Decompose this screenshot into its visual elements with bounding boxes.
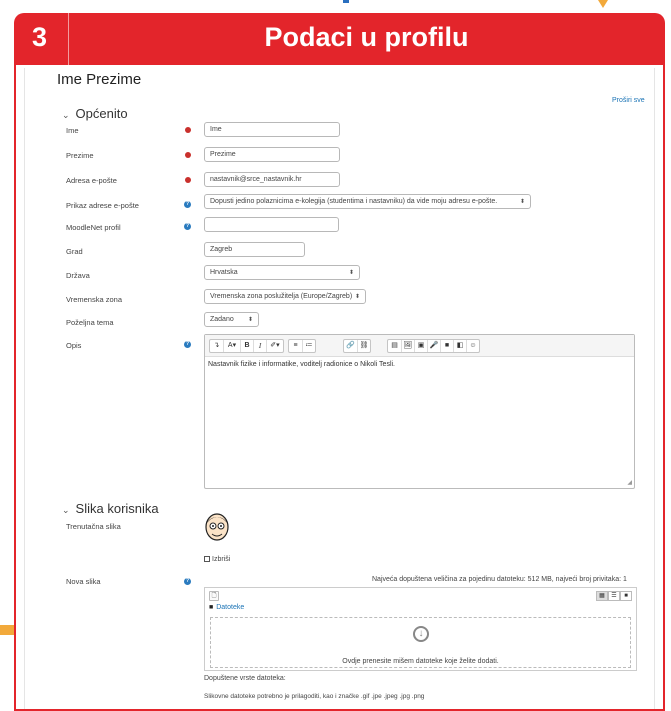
city-field[interactable]: Zagreb: [204, 242, 305, 257]
checkbox-icon[interactable]: [204, 556, 210, 562]
decor-marker: [0, 625, 14, 635]
list-view-icon[interactable]: ☰: [608, 591, 620, 601]
emoji-picker-button[interactable]: ▤: [388, 340, 401, 352]
country-value: Hrvatska: [210, 269, 238, 276]
new-picture-label: Nova slika: [66, 577, 101, 586]
grid-view-icon[interactable]: ▦: [596, 591, 608, 601]
drop-zone[interactable]: ↓ Ovdje prenesite mišem datoteke koje že…: [210, 617, 631, 668]
chevron-down-icon: ⌄: [62, 505, 70, 515]
ordered-list-button[interactable]: ≔: [302, 340, 315, 352]
moodlenet-label: MoodleNet profil: [66, 223, 121, 232]
city-label: Grad: [66, 247, 83, 256]
description-editor[interactable]: ↴ A▾ B I ✐▾ ≡ ≔ 🔗 ⛓ ▤ 🖼 ▣ 🎤 ■ ◧ ☺ Nastav…: [204, 334, 635, 489]
last-name-field[interactable]: Prezime: [204, 147, 340, 162]
email-display-select[interactable]: Dopusti jedino polaznicima e-kolegija (s…: [204, 194, 531, 209]
banner-title: Podaci u profilu: [264, 22, 469, 52]
help-icon[interactable]: ?: [184, 223, 191, 230]
avatar: [205, 513, 229, 541]
decor-triangle: [598, 0, 608, 8]
section-general[interactable]: ⌄ Općenito: [62, 106, 128, 121]
required-icon: [185, 177, 191, 183]
allowed-types-note: Slikovne datoteke potrebno je prilagodit…: [204, 693, 425, 700]
select-arrow-icon: ⬍: [354, 294, 360, 300]
page-title: Ime Prezime: [57, 71, 142, 88]
link-button[interactable]: 🔗: [344, 340, 357, 352]
editor-toolbar: ↴ A▾ B I ✐▾ ≡ ≔ 🔗 ⛓ ▤ 🖼 ▣ 🎤 ■ ◧ ☺: [205, 335, 634, 357]
email-display-label: Prikaz adrese e-pošte: [66, 201, 139, 210]
country-label: Država: [66, 271, 90, 280]
folder-icon: ■: [209, 604, 214, 611]
required-icon: [185, 127, 191, 133]
unlink-button[interactable]: ⛓: [357, 340, 370, 352]
theme-value: Zadano: [210, 316, 234, 323]
select-arrow-icon: ⬍: [247, 317, 253, 323]
section-user-picture-title: Slika korisnika: [75, 501, 159, 516]
step-banner: 3 Podaci u profilu: [14, 13, 665, 65]
first-name-field[interactable]: Ime: [204, 122, 340, 137]
timezone-label: Vremenska zona: [66, 295, 123, 304]
help-icon[interactable]: ?: [184, 578, 191, 585]
first-name-label: Ime: [66, 126, 79, 135]
italic-button[interactable]: I: [253, 340, 266, 352]
description-label: Opis: [66, 341, 82, 350]
current-picture-label: Trenutačna slika: [66, 522, 121, 531]
country-select[interactable]: Hrvatska ⬍: [204, 265, 360, 280]
h5p-button[interactable]: ◧: [453, 340, 466, 352]
decor-dot: [343, 0, 349, 3]
file-picker: 🗋 ▦ ☰ ■ ■ Datoteke ↓ Ovdje prenesite miše…: [204, 587, 637, 671]
delete-picture-checkbox[interactable]: Izbriši: [204, 556, 230, 563]
step-number: 3: [32, 22, 48, 52]
view-switcher: ▦ ☰ ■: [596, 591, 632, 601]
font-style-button[interactable]: A▾: [223, 340, 240, 352]
highlight-button[interactable]: ✐▾: [266, 340, 283, 352]
required-icon: [185, 152, 191, 158]
record-audio-button[interactable]: 🎤: [427, 340, 440, 352]
toolbar-group-media: ▤ 🖼 ▣ 🎤 ■ ◧ ☺: [387, 339, 480, 353]
timezone-select[interactable]: Vremenska zona poslužitelja (Europe/Zagr…: [204, 289, 366, 304]
allowed-types-label: Dopuštene vrste datoteka:: [204, 675, 286, 682]
expand-all-link[interactable]: Proširi sve: [612, 97, 645, 104]
resize-handle-icon[interactable]: ◢: [627, 479, 632, 486]
section-user-picture[interactable]: ⌄ Slika korisnika: [62, 501, 159, 516]
chevron-down-icon: ⌄: [62, 110, 70, 120]
help-icon[interactable]: ?: [184, 341, 191, 348]
record-video-button[interactable]: ■: [440, 340, 453, 352]
description-text[interactable]: Nastavnik fizike i informatike, voditelj…: [208, 361, 395, 368]
email-field[interactable]: nastavnik@srce_nastavnik.hr: [204, 172, 340, 187]
theme-select[interactable]: Zadano ⬍: [204, 312, 259, 327]
files-folder[interactable]: ■ Datoteke: [209, 604, 244, 611]
toolbar-group-format: ↴ A▾ B I ✐▾: [209, 339, 284, 353]
toolbar-group-lists: ≡ ≔: [288, 339, 316, 353]
delete-picture-label: Izbriši: [212, 556, 231, 563]
timezone-value: Vremenska zona poslužitelja (Europe/Zagr…: [210, 293, 353, 300]
add-file-icon[interactable]: 🗋: [209, 591, 219, 601]
toolbar-toggle-button[interactable]: ↴: [210, 340, 223, 352]
smiley-button[interactable]: ☺: [466, 340, 479, 352]
tree-view-icon[interactable]: ■: [620, 591, 632, 601]
email-label: Adresa e-pošte: [66, 176, 117, 185]
moodlenet-field[interactable]: [204, 217, 339, 232]
files-folder-label: Datoteke: [216, 604, 245, 611]
select-arrow-icon: ⬍: [348, 270, 354, 276]
bold-button[interactable]: B: [240, 340, 253, 352]
upload-limits: Najveća dopuštena veličina za pojedinu d…: [372, 576, 627, 583]
select-arrow-icon: ⬍: [519, 199, 525, 205]
drop-zone-text: Ovdje prenesite mišem datoteke koje želi…: [342, 658, 499, 665]
download-arrow-icon: ↓: [413, 626, 429, 642]
media-button[interactable]: ▣: [414, 340, 427, 352]
unordered-list-button[interactable]: ≡: [289, 340, 302, 352]
email-display-value: Dopusti jedino polaznicima e-kolegija (s…: [210, 198, 498, 205]
image-button[interactable]: 🖼: [401, 340, 414, 352]
help-icon[interactable]: ?: [184, 201, 191, 208]
last-name-label: Prezime: [66, 151, 94, 160]
theme-label: Poželjna tema: [66, 318, 114, 327]
toolbar-group-links: 🔗 ⛓: [343, 339, 371, 353]
section-general-title: Općenito: [75, 106, 128, 121]
